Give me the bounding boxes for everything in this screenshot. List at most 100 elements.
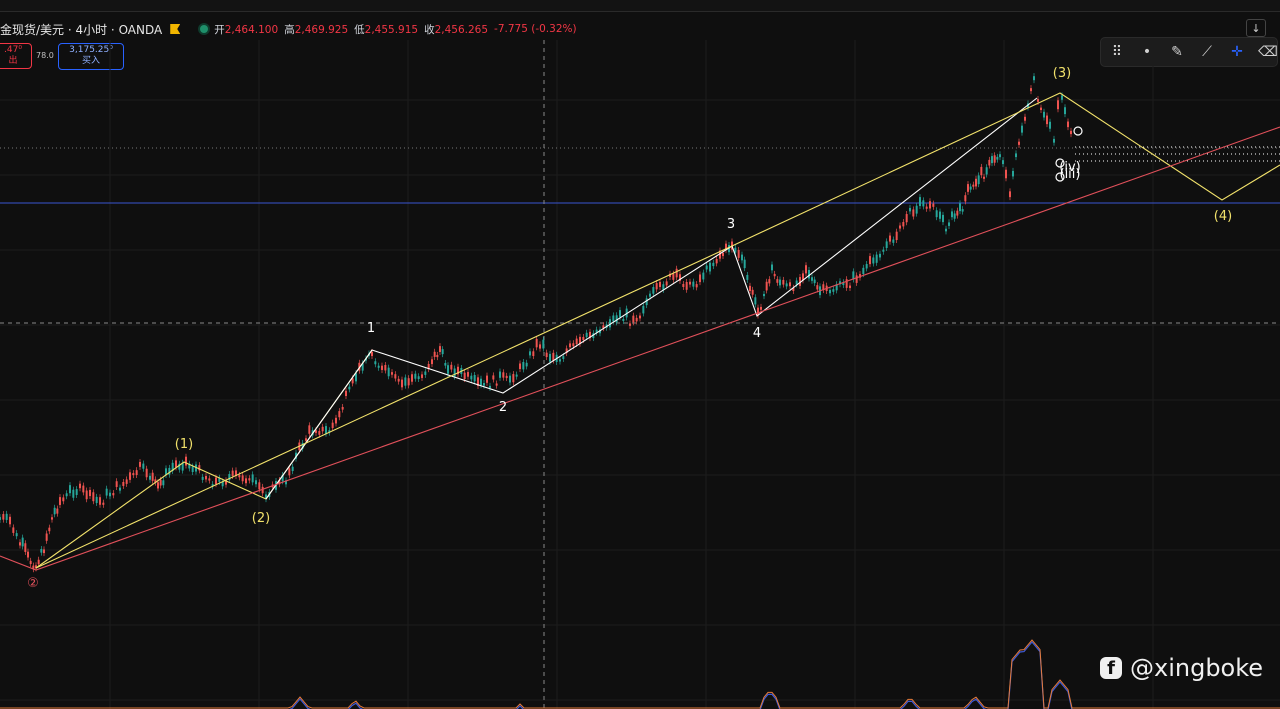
candle-body	[95, 496, 98, 503]
candle-body	[424, 371, 427, 375]
candle-body	[539, 344, 541, 349]
candle-body	[414, 373, 417, 379]
candle-body	[9, 516, 11, 525]
candle-body	[562, 356, 565, 359]
candle-body	[572, 343, 575, 347]
candle-body	[776, 279, 779, 283]
wave-marker-2	[1073, 126, 1083, 136]
candle-body	[109, 492, 111, 497]
candle-body	[829, 289, 831, 294]
candle-body	[862, 267, 865, 275]
watermark-text: @xingboke	[1130, 654, 1264, 682]
candle-body	[925, 206, 928, 209]
candle-body	[119, 487, 121, 491]
candle-body	[705, 265, 708, 270]
wave-label-7: (4)	[1214, 209, 1232, 224]
candle-body	[659, 281, 661, 287]
candle-body	[467, 372, 469, 377]
candle-body	[763, 293, 765, 297]
candle-body	[975, 178, 977, 187]
wave-line-2	[35, 92, 1280, 569]
price-chart[interactable]: 1234(1)(2)(3)(4)(iv)(iii)②	[0, 0, 1280, 709]
candle-body	[1043, 111, 1045, 118]
candle-body	[92, 492, 95, 502]
candle-body	[1067, 121, 1069, 128]
candle-body	[29, 560, 32, 565]
candle-body	[875, 254, 878, 263]
wave-label-3: 4	[753, 326, 761, 341]
candle-body	[291, 466, 294, 472]
candle-body	[185, 456, 187, 466]
candle-body	[945, 228, 947, 232]
candle-body	[672, 273, 675, 280]
candle-body	[768, 279, 771, 284]
candle-body	[15, 533, 18, 537]
candle-body	[75, 489, 78, 495]
candle-body	[929, 201, 931, 209]
candle-body	[62, 497, 65, 502]
candle-body	[892, 239, 895, 243]
candle-body	[255, 480, 257, 485]
candle-body	[381, 365, 383, 370]
candle-body	[782, 279, 785, 285]
candle-body	[967, 184, 969, 192]
candle-body	[813, 279, 816, 284]
candle-body	[371, 351, 373, 357]
candle-body	[142, 463, 145, 469]
candle-body	[355, 373, 357, 382]
candle-body	[639, 315, 641, 319]
candle-body	[741, 254, 743, 261]
candle-body	[149, 475, 151, 480]
candle-body	[27, 551, 29, 558]
candle-body	[162, 480, 165, 486]
candle-body	[811, 277, 813, 281]
candle-body	[1005, 169, 1007, 179]
candle-body	[89, 489, 91, 497]
candle-body	[401, 379, 403, 388]
candle-body	[394, 374, 397, 379]
candle-body	[374, 361, 377, 365]
candle-body	[985, 167, 988, 175]
candle-body	[1024, 116, 1026, 121]
candle-body	[915, 205, 918, 214]
candle-body	[21, 537, 24, 547]
candle-body	[771, 264, 773, 271]
candle-body	[977, 175, 980, 185]
candle-body	[492, 375, 495, 380]
candle-body	[1030, 88, 1032, 92]
candle-body	[642, 305, 645, 314]
candle-body	[453, 368, 456, 377]
candle-body	[345, 390, 347, 397]
candle-body	[135, 470, 138, 475]
candle-body	[248, 478, 251, 481]
candle-body	[79, 483, 81, 489]
candle-body	[82, 485, 85, 493]
candle-body	[789, 282, 791, 287]
candle-body	[515, 374, 518, 377]
candle-body	[702, 272, 705, 280]
wave-label-9: (iii)	[1060, 167, 1081, 182]
candle-body	[773, 273, 776, 277]
candle-body	[502, 372, 505, 378]
candle-body	[215, 477, 217, 485]
candle-body	[450, 364, 453, 370]
wave-line-0	[35, 349, 373, 569]
candle-body	[1070, 130, 1072, 135]
candle-body	[932, 203, 935, 207]
wave-label-2: 3	[727, 217, 735, 232]
candle-body	[692, 281, 695, 287]
candle-body	[288, 468, 291, 476]
candle-body	[559, 359, 561, 362]
candle-body	[43, 549, 45, 554]
candle-body	[622, 318, 625, 321]
candle-body	[201, 476, 204, 480]
candle-body	[470, 375, 473, 380]
candle-body	[411, 374, 413, 382]
candle-body	[341, 406, 344, 410]
candle-body	[695, 284, 698, 288]
candle-body	[48, 527, 51, 532]
candle-body	[649, 293, 651, 297]
candle-body	[151, 472, 154, 481]
candle-body	[993, 155, 996, 163]
candle-body	[635, 317, 638, 322]
